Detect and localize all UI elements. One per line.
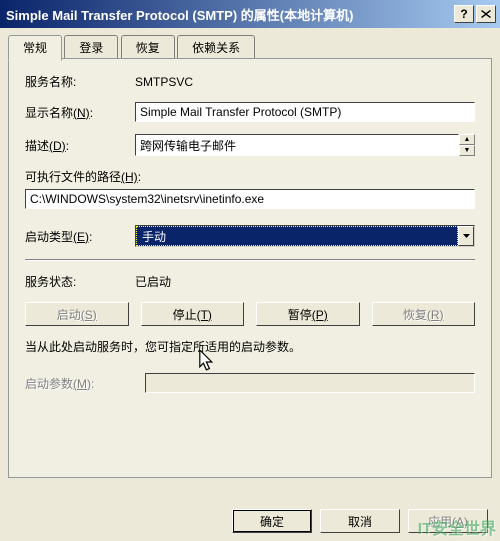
label-exe-path: 可执行文件的路径(H): bbox=[25, 168, 475, 185]
chevron-down-icon[interactable] bbox=[458, 226, 474, 246]
label-status: 服务状态: bbox=[25, 273, 135, 290]
close-button[interactable] bbox=[476, 5, 496, 23]
titlebar-buttons: ? bbox=[454, 5, 496, 23]
dialog-body: 常规 登录 恢复 依赖关系 服务名称: SMTPSVC 显示名称(N): Sim… bbox=[0, 28, 500, 541]
description-scroll[interactable]: ▲ ▼ bbox=[459, 134, 475, 156]
label-display-name: 显示名称(N): bbox=[25, 104, 135, 121]
label-start-params: 启动参数(M): bbox=[25, 375, 135, 392]
tab-recovery[interactable]: 恢复 bbox=[121, 35, 175, 60]
input-start-params bbox=[145, 373, 475, 393]
label-service-name: 服务名称: bbox=[25, 73, 135, 90]
start-button: 启动(S) bbox=[25, 302, 129, 326]
ok-button[interactable]: 确定 bbox=[232, 509, 312, 533]
label-startup-type: 启动类型(E): bbox=[25, 228, 135, 245]
input-display-name[interactable]: Simple Mail Transfer Protocol (SMTP) bbox=[135, 102, 475, 122]
tab-dependencies[interactable]: 依赖关系 bbox=[177, 35, 255, 60]
tab-panel-general: 服务名称: SMTPSVC 显示名称(N): Simple Mail Trans… bbox=[8, 58, 492, 478]
stop-button[interactable]: 停止(T) bbox=[141, 302, 245, 326]
scroll-down-icon[interactable]: ▼ bbox=[459, 145, 475, 156]
dialog-buttons: 确定 取消 应用(A) bbox=[0, 509, 500, 533]
pause-button[interactable]: 暂停(P) bbox=[256, 302, 360, 326]
tab-logon[interactable]: 登录 bbox=[64, 35, 118, 60]
service-control-buttons: 启动(S) 停止(T) 暂停(P) 恢复(R) bbox=[25, 302, 475, 326]
help-button[interactable]: ? bbox=[454, 5, 474, 23]
close-icon bbox=[481, 10, 491, 18]
tabstrip: 常规 登录 恢复 依赖关系 bbox=[8, 34, 492, 58]
label-description: 描述(D): bbox=[25, 137, 135, 154]
value-status: 已启动 bbox=[135, 273, 171, 290]
input-exe-path: C:\WINDOWS\system32\inetsrv\inetinfo.exe bbox=[25, 189, 475, 209]
dropdown-startup-value: 手动 bbox=[136, 226, 458, 246]
value-service-name: SMTPSVC bbox=[135, 75, 193, 89]
tab-general[interactable]: 常规 bbox=[8, 35, 62, 61]
cancel-button[interactable]: 取消 bbox=[320, 509, 400, 533]
hint-text: 当从此处启动服务时，您可指定所适用的启动参数。 bbox=[25, 338, 475, 355]
window-title: Simple Mail Transfer Protocol (SMTP) 的属性… bbox=[6, 5, 454, 24]
resume-button: 恢复(R) bbox=[372, 302, 476, 326]
scroll-up-icon[interactable]: ▲ bbox=[459, 134, 475, 145]
dropdown-startup-type[interactable]: 手动 bbox=[135, 225, 475, 247]
separator bbox=[25, 259, 475, 261]
apply-button: 应用(A) bbox=[408, 509, 488, 533]
textarea-description[interactable]: 跨网传输电子邮件 bbox=[135, 134, 459, 156]
titlebar: Simple Mail Transfer Protocol (SMTP) 的属性… bbox=[0, 0, 500, 28]
